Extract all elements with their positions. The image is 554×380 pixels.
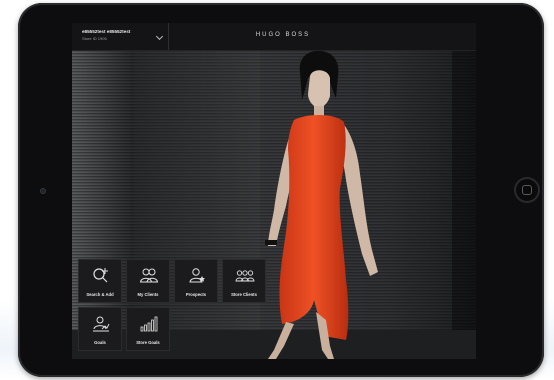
brand-logo: HUGO BOSS <box>255 32 311 38</box>
my-clients-label: My Clients <box>137 292 159 297</box>
prospect-icon <box>189 268 205 283</box>
menu-tiles: Search & Add My Clients Prospects Store … <box>78 259 278 355</box>
store-clients-label: Store Clients <box>231 292 257 297</box>
clients-icon <box>139 268 159 283</box>
store-selector[interactable]: e85552test e85552test Store ID 1905 <box>72 23 169 50</box>
goals-tile[interactable]: Goals <box>78 307 122 351</box>
home-square-icon <box>522 185 532 195</box>
prospects-label: Prospects <box>185 292 207 297</box>
home-button[interactable] <box>514 177 540 203</box>
store-user-name: e85552test e85552test <box>82 29 131 34</box>
search-add-tile[interactable]: Search & Add <box>78 259 122 303</box>
store-clients-icon <box>235 270 255 282</box>
app-screen: e85552test e85552test Store ID 1905 HUGO… <box>72 23 476 359</box>
store-goals-tile[interactable]: Store Goals <box>126 307 170 351</box>
store-goals-icon <box>140 316 158 332</box>
prospects-tile[interactable]: Prospects <box>174 259 218 303</box>
goals-label: Goals <box>94 340 106 345</box>
store-id-label: Store ID 1905 <box>82 36 107 41</box>
store-goals-label: Store Goals <box>136 340 160 345</box>
my-clients-tile[interactable]: My Clients <box>126 259 170 303</box>
store-clients-tile[interactable]: Store Clients <box>222 259 266 303</box>
search-add-icon <box>93 268 108 283</box>
search-add-label: Search & Add <box>86 292 114 297</box>
app-header: e85552test e85552test Store ID 1905 HUGO… <box>72 23 476 51</box>
goals-icon <box>93 316 110 332</box>
front-camera <box>40 188 46 194</box>
